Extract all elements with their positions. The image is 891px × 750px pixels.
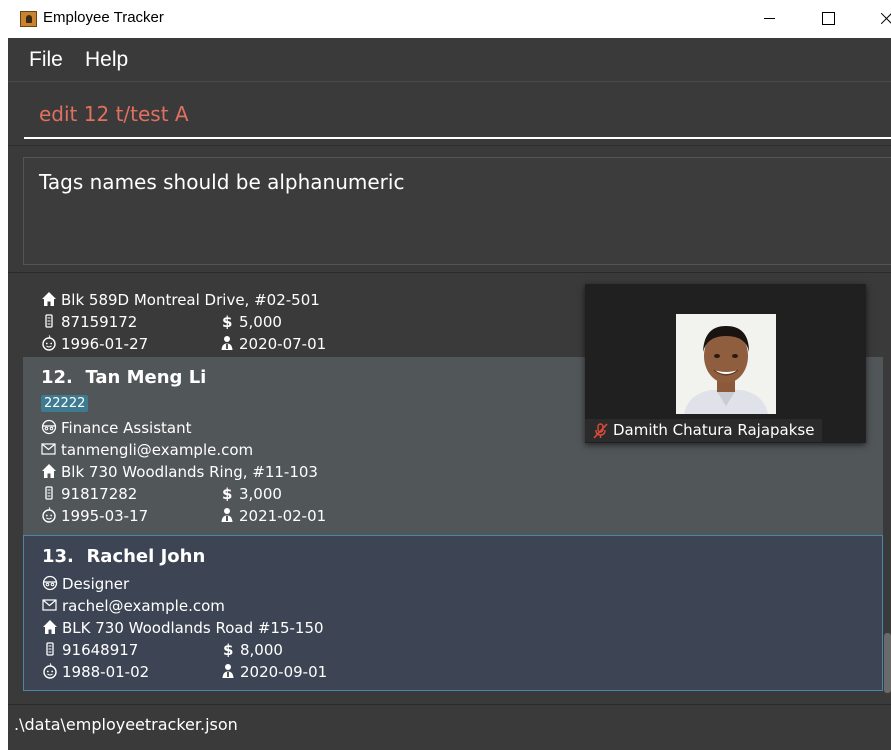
command-box (8, 83, 891, 145)
menu-help[interactable]: Help (85, 48, 128, 72)
phone-icon (41, 485, 57, 501)
list-scrollbar[interactable] (884, 633, 891, 693)
employee-start-date: 2021-02-01 (219, 506, 326, 526)
birthday-icon (42, 663, 58, 679)
minimize-button[interactable] (750, 4, 790, 34)
participant-name-bar: Damith Chatura Rajapakse (585, 419, 823, 442)
birthday-icon (41, 507, 57, 523)
employee-birthday: 1988-01-02 (42, 662, 149, 682)
person-icon (220, 663, 236, 679)
phone-icon (41, 313, 57, 329)
employee-email: rachel@example.com (42, 596, 225, 616)
birthday-icon (41, 335, 57, 351)
mic-off-icon (593, 423, 608, 439)
window-title: Employee Tracker (43, 9, 164, 26)
data-file-path: .\data\employeetracker.json (14, 715, 238, 734)
home-icon (41, 291, 57, 307)
menu-file[interactable]: File (29, 48, 63, 72)
employee-card-selected[interactable]: 13. Rachel John Designer rachel@example.… (23, 535, 883, 691)
person-icon (219, 335, 235, 351)
status-bar: .\data\employeetracker.json (8, 704, 891, 750)
participant-name: Damith Chatura Rajapakse (613, 421, 815, 439)
dollar-icon (219, 485, 235, 501)
employee-salary: 5,000 (219, 312, 282, 332)
command-input[interactable] (24, 91, 891, 139)
employee-birthday: 1995-03-17 (41, 506, 148, 526)
employee-email: tanmengli@example.com (41, 440, 253, 460)
app-window: Employee Tracker File Help Tags names sh… (8, 0, 891, 750)
email-icon (41, 441, 57, 457)
maximize-button[interactable] (808, 4, 848, 34)
participant-avatar-icon (676, 314, 776, 414)
employee-phone: 91648917 (42, 640, 138, 660)
employee-salary: 3,000 (219, 484, 282, 504)
dollar-icon (219, 313, 235, 329)
employee-name: 13. Rachel John (42, 546, 206, 567)
employee-role: Finance Assistant (41, 418, 192, 438)
participant-photo (676, 314, 776, 414)
role-icon (42, 575, 58, 591)
phone-icon (42, 641, 58, 657)
person-icon (219, 507, 235, 523)
employee-tag: 22222 (41, 395, 89, 412)
result-message: Tags names should be alphanumeric (39, 170, 405, 194)
employee-phone: 87159172 (41, 312, 137, 332)
employee-address: Blk 589D Montreal Drive, #02-501 (41, 290, 320, 310)
role-icon (41, 419, 57, 435)
result-box[interactable]: Tags names should be alphanumeric (23, 157, 891, 265)
menu-bar: File Help (8, 38, 891, 82)
employee-phone: 91817282 (41, 484, 137, 504)
employee-address: Blk 730 Woodlands Ring, #11-103 (41, 462, 318, 482)
home-icon (42, 619, 58, 635)
employee-birthday: 1996-01-27 (41, 334, 148, 354)
email-icon (42, 597, 58, 613)
app-logo-icon (20, 11, 37, 27)
home-icon (41, 463, 57, 479)
result-display: Tags names should be alphanumeric (8, 145, 891, 272)
employee-role: Designer (42, 574, 129, 594)
dollar-icon (220, 641, 236, 657)
employee-start-date: 2020-07-01 (219, 334, 326, 354)
close-button[interactable] (866, 4, 891, 34)
employee-salary: 8,000 (220, 640, 283, 660)
employee-start-date: 2020-09-01 (220, 662, 327, 682)
employee-name: 12. Tan Meng Li (41, 367, 207, 388)
employee-address: BLK 730 Woodlands Road #15-150 (42, 618, 324, 638)
title-bar: Employee Tracker (8, 0, 891, 38)
video-call-overlay[interactable]: Damith Chatura Rajapakse (585, 284, 866, 443)
